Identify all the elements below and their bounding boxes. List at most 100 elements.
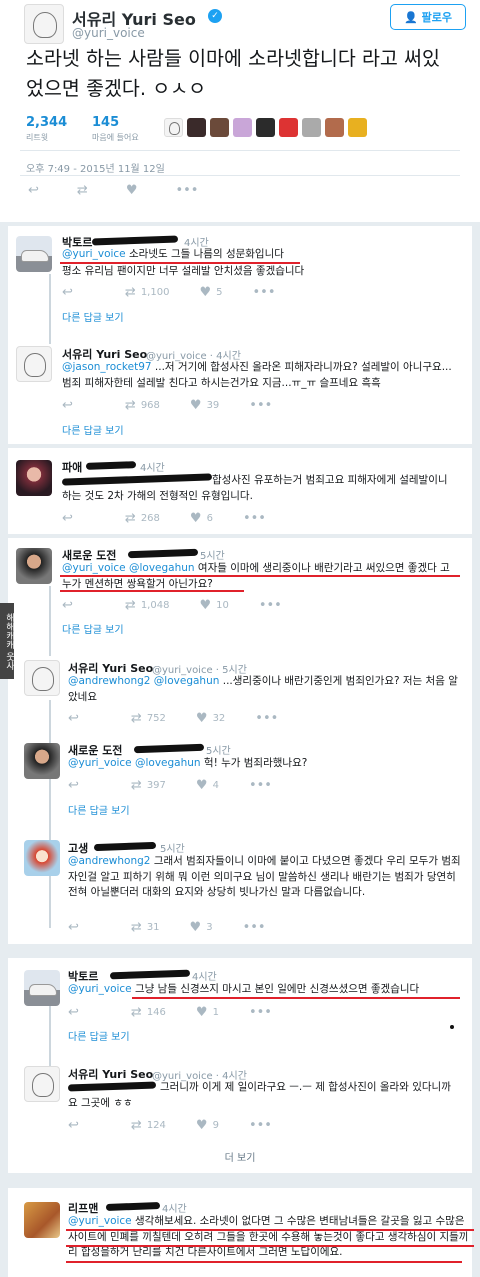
reply-text: @jason_rocket97 ...저 거기에 합성사진 올라온 피해자라니까… (62, 360, 460, 391)
retweet-icon[interactable]: ⇄ (131, 1118, 142, 1133)
like-icon[interactable]: ♥ (196, 711, 208, 726)
like-icon[interactable]: ♥ (196, 778, 208, 793)
liker-avatar[interactable] (256, 118, 275, 137)
reply-text: @yuri_voice 생각해보세요. 소라넷이 없다면 그 수많은 변태남녀들… (68, 1214, 472, 1261)
show-more-button[interactable]: 더 보기 (8, 1145, 472, 1173)
like-icon[interactable]: ♥ (190, 511, 202, 526)
liker-avatars (164, 118, 367, 137)
reply-icon[interactable]: ↩ (68, 711, 79, 726)
reply-icon[interactable]: ↩ (62, 511, 73, 526)
retweet-count[interactable]: 2,344 (26, 115, 67, 130)
like-icon[interactable]: ♥ (126, 183, 138, 198)
retweet-icon[interactable]: ⇄ (77, 183, 88, 198)
stray-dot (450, 1025, 454, 1029)
view-replies-link[interactable]: 다른 답글 보기 (62, 621, 124, 636)
mention-link[interactable]: @yuri_voice (68, 983, 132, 995)
highlight-underline (66, 1261, 462, 1263)
author-handle[interactable]: @yuri_voice (72, 26, 145, 40)
reply-icon[interactable]: ↩ (28, 183, 39, 198)
reply-avatar[interactable] (24, 660, 60, 696)
reply-avatar[interactable] (16, 548, 52, 584)
highlight-underline (60, 590, 244, 592)
reply-avatar[interactable] (16, 460, 52, 496)
like-icon[interactable]: ♥ (196, 1005, 208, 1020)
reply-actions: ↩ ⇄ 752 ♥ 32 ••• (68, 711, 278, 726)
reply-text-body: 헉! 누가 범죄라했나요? (203, 757, 308, 769)
mention-link[interactable]: @yuri_voice (62, 248, 126, 260)
reply-avatar[interactable] (16, 346, 52, 382)
reply-avatar[interactable] (24, 840, 60, 876)
reply-icon[interactable]: ↩ (62, 598, 73, 613)
watermark-tab: 해해캐캐 웃사 (0, 603, 14, 679)
more-icon[interactable]: ••• (243, 920, 266, 935)
mention-link[interactable]: @yuri_voice (68, 1215, 132, 1227)
thread-line (49, 586, 51, 656)
view-replies-link[interactable]: 다른 답글 보기 (68, 1028, 130, 1043)
reply-avatar[interactable] (24, 1202, 60, 1238)
like-count: 1 (212, 1007, 219, 1018)
liker-avatar[interactable] (279, 118, 298, 137)
liker-avatar[interactable] (348, 118, 367, 137)
like-icon[interactable]: ♥ (196, 1118, 208, 1133)
more-icon[interactable]: ••• (249, 778, 272, 793)
reply-icon[interactable]: ↩ (62, 398, 73, 413)
reply-avatar[interactable] (24, 970, 60, 1006)
more-icon[interactable]: ••• (249, 398, 272, 413)
add-user-icon: 👤 (403, 10, 418, 24)
liker-avatar[interactable] (302, 118, 321, 137)
liker-avatar[interactable] (164, 118, 183, 137)
retweet-icon[interactable]: ⇄ (131, 1005, 142, 1020)
more-icon[interactable]: ••• (175, 183, 198, 198)
reply-icon[interactable]: ↩ (68, 1118, 79, 1133)
reply-icon[interactable]: ↩ (68, 778, 79, 793)
view-replies-link[interactable]: 다른 답글 보기 (62, 309, 124, 324)
liker-avatar[interactable] (233, 118, 252, 137)
liker-avatar[interactable] (325, 118, 344, 137)
more-icon[interactable]: ••• (249, 1005, 272, 1020)
author-avatar[interactable] (24, 4, 64, 44)
reply-time: 4시간 (140, 463, 165, 474)
like-icon[interactable]: ♥ (199, 598, 211, 613)
more-icon[interactable]: ••• (243, 511, 266, 526)
follow-button[interactable]: 👤 팔로우 (390, 4, 466, 30)
view-replies-link[interactable]: 다른 답글 보기 (68, 802, 130, 817)
retweet-icon[interactable]: ⇄ (125, 285, 136, 300)
mention-link[interactable]: @yuri_voice @lovegahun (68, 757, 201, 769)
reply-avatar[interactable] (24, 743, 60, 779)
follow-label: 팔로우 (421, 11, 453, 24)
retweet-icon[interactable]: ⇄ (125, 598, 136, 613)
mention-link[interactable]: @jason_rocket97 (62, 361, 152, 373)
retweet-count: 752 (146, 713, 166, 724)
reply-time: 5시간 (160, 844, 185, 855)
like-icon[interactable]: ♥ (199, 285, 211, 300)
divider (20, 175, 460, 176)
like-icon[interactable]: ♥ (190, 920, 202, 935)
retweet-icon[interactable]: ⇄ (125, 398, 136, 413)
like-icon[interactable]: ♥ (190, 398, 202, 413)
liker-avatar[interactable] (187, 118, 206, 137)
more-icon[interactable]: ••• (249, 1118, 272, 1133)
reply-icon[interactable]: ↩ (62, 285, 73, 300)
liker-avatar[interactable] (210, 118, 229, 137)
reply-icon[interactable]: ↩ (68, 920, 79, 935)
more-icon[interactable]: ••• (252, 285, 275, 300)
reply-text: @yuri_voice 그냥 남들 신경쓰지 마시고 본인 일에만 신경쓰셨으면… (68, 982, 462, 998)
retweet-icon[interactable]: ⇄ (131, 920, 142, 935)
mention-link[interactable]: @andrewhong2 @lovegahun (68, 675, 219, 687)
view-replies-link[interactable]: 다른 답글 보기 (62, 422, 124, 437)
retweet-icon[interactable]: ⇄ (125, 511, 136, 526)
more-icon[interactable]: ••• (259, 598, 282, 613)
reply-actions: ↩ ⇄ 397 ♥ 4 ••• (68, 778, 272, 793)
reply-avatar[interactable] (16, 236, 52, 272)
retweet-icon[interactable]: ⇄ (131, 778, 142, 793)
reply-avatar[interactable] (24, 1066, 60, 1102)
mention-link[interactable]: @yuri_voice @lovegahun (62, 562, 195, 574)
more-icon[interactable]: ••• (255, 711, 278, 726)
reply-text: @yuri_voice 소라넷도 그들 나름의 성문화입니다 (62, 247, 462, 263)
like-count[interactable]: 145 (92, 115, 119, 130)
reply-icon[interactable]: ↩ (68, 1005, 79, 1020)
divider (20, 150, 460, 151)
retweet-icon[interactable]: ⇄ (131, 711, 142, 726)
reply-text: @andrewhong2 @lovegahun ...생리중이나 배란기중인게 … (68, 674, 460, 705)
mention-link[interactable]: @andrewhong2 (68, 855, 150, 867)
